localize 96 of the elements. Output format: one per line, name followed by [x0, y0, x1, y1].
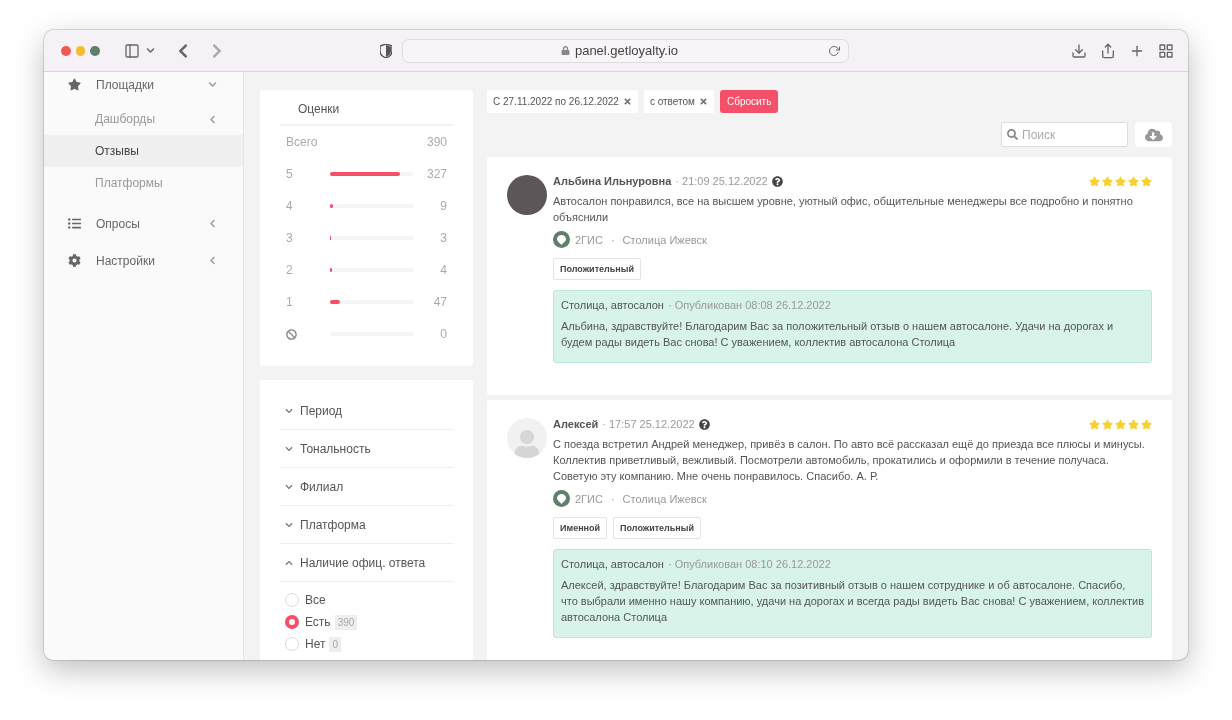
remove-icon[interactable]: [698, 97, 708, 106]
total-label: Всего: [286, 135, 319, 149]
reply-author: Столица, автосалон: [561, 558, 664, 570]
star-icon: [1089, 418, 1100, 430]
download-button[interactable]: [1135, 122, 1172, 147]
sidebar-subitem[interactable]: Отзывы: [44, 135, 243, 167]
help-icon[interactable]: [698, 418, 710, 430]
star-icon: [1089, 175, 1100, 187]
reply-text: Альбина, здравствуйте! Благодарим Вас за положительный отзыв о нашем автосалоне. Удачи на дорогах и будем рады видеть Вас снова! С уважением, коллектив автосалона Столица: [561, 319, 1115, 350]
chevron-icon: [208, 256, 217, 265]
rating-count: 47: [433, 295, 447, 309]
radio-option[interactable]: Все: [280, 589, 453, 611]
rating-label: 4: [286, 199, 293, 213]
reply-author: Столица, автосалон: [561, 299, 664, 311]
chip-label: с ответом: [649, 96, 695, 107]
remove-icon[interactable]: [622, 97, 632, 106]
filter-section-header[interactable]: Тональность: [280, 430, 453, 468]
rating-label: 3: [286, 231, 293, 245]
star-icon: [1141, 175, 1152, 187]
star-icon: [1102, 175, 1113, 187]
star-icon: [1102, 418, 1113, 430]
filter-section-header[interactable]: Платформа: [280, 506, 453, 544]
platform-name: 2ГИС: [575, 492, 603, 505]
rating-label: 5: [286, 167, 293, 181]
separator-dot: ·: [610, 233, 615, 246]
review-time: · 21:09 25.12.2022: [675, 175, 768, 187]
separator-dot: ·: [610, 492, 615, 505]
branch-name: Столица Ижевск: [622, 233, 707, 246]
filter-section-header[interactable]: Период: [280, 392, 453, 430]
radio-button[interactable]: [285, 615, 299, 629]
review-author: Алексей: [553, 418, 599, 430]
rating-label: 1: [286, 295, 293, 309]
filter-section-header[interactable]: Наличие офиц. ответа: [280, 544, 453, 582]
no-rating-icon: [286, 328, 297, 340]
zoom-window-icon[interactable]: [90, 45, 100, 56]
review-author: Альбина Ильнуровна: [553, 175, 672, 187]
search-icon: [1007, 129, 1018, 140]
share-icon[interactable]: [1100, 42, 1116, 59]
rating-label: 2: [286, 263, 293, 277]
rating-count: 4: [440, 263, 447, 277]
star-icon: [1128, 175, 1139, 187]
option-count: 390: [334, 614, 358, 630]
filter-section-header[interactable]: Филиал: [280, 468, 453, 506]
download-icon[interactable]: [1071, 42, 1087, 59]
branch-name: Столица Ижевск: [622, 492, 707, 505]
reply-text: Алексей, здравствуйте! Благодарим Вас за позитивный отзыв о нашем сотруднике и об автосалоне. Спасибо, что выбрали именно нашу компанию, удачи на дорогах и всегда рады видеть Вас снова! С уважением, коллектив автосалона Столица: [561, 578, 1144, 625]
rating-count: 327: [426, 167, 447, 181]
platform-name: 2ГИС: [575, 233, 603, 246]
chevron-icon: [285, 558, 293, 567]
chevron-icon: [208, 80, 217, 89]
option-label: Нет: [305, 637, 326, 651]
speech-bubble-icon: [553, 490, 570, 507]
chevron-down-icon[interactable]: [145, 46, 155, 55]
chip-label: С 27.11.2022 по 26.12.2022: [493, 96, 619, 107]
help-icon[interactable]: [771, 175, 783, 187]
radio-option[interactable]: Есть 390: [280, 611, 453, 633]
chevron-icon: [208, 219, 217, 228]
sidebar-icon[interactable]: [123, 42, 140, 59]
rating-count: 0: [440, 327, 447, 341]
url-text: panel.getloyalty.io: [574, 43, 679, 58]
sidebar-item[interactable]: Настройки: [44, 242, 243, 279]
review-tag: Положительный: [553, 258, 641, 280]
reply-date: · Опубликован 08:10 26.12.2022: [667, 558, 831, 570]
review-tag: Именной: [553, 517, 608, 539]
address-bar[interactable]: panel.getloyalty.io: [401, 38, 849, 63]
sidebar-item[interactable]: Опросы: [44, 205, 243, 242]
ratings-title: Оценки: [280, 98, 453, 126]
review-time: · 17:57 25.12.2022: [602, 418, 695, 430]
grid-icon[interactable]: [1158, 42, 1174, 59]
option-label: Все: [305, 593, 326, 607]
chevron-icon: [285, 444, 293, 453]
lock-icon: [560, 46, 570, 55]
radio-option[interactable]: Нет 0: [280, 633, 453, 655]
total-count: 390: [426, 135, 447, 149]
reply-date: · Опубликован 08:08 26.12.2022: [667, 299, 831, 311]
star-icon: [1115, 418, 1126, 430]
chevron-icon: [285, 406, 293, 415]
star-icon: [1141, 418, 1152, 430]
review-text: С поезда встретил Андрей менеджер, привёз в салон. По авто всё рассказал ещё до приезда все плюсы и минусы. Коллектив приветливый, вежливый. Посмотрели автомобиль, прокатились и оформили в течение получаса. Советую эту компанию. Мне очень понравилось. Спасибо. А. Р.: [553, 437, 1146, 484]
rating-count: 3: [440, 231, 447, 245]
sidebar-item[interactable]: Площадки: [44, 66, 243, 103]
chevron-icon: [285, 482, 293, 491]
option-count: 0: [329, 636, 341, 652]
review-text: Автосалон понравился, все на высшем уровне, уютный офис, общительные менеджеры все подробно и понятно объяснили: [553, 194, 1134, 225]
review-tag: Положительный: [613, 517, 701, 539]
speech-bubble-icon: [553, 231, 570, 248]
rating-count: 9: [440, 199, 447, 213]
option-label: Есть: [305, 615, 331, 629]
chevron-icon: [285, 520, 293, 529]
chevron-icon: [208, 114, 217, 124]
close-window-icon[interactable]: [61, 45, 71, 56]
star-icon: [1115, 175, 1126, 187]
search-field[interactable]: Поиск: [1001, 122, 1128, 147]
reload-icon[interactable]: [828, 44, 840, 57]
shield-icon[interactable]: [379, 43, 392, 58]
star-icon: [1128, 418, 1139, 430]
